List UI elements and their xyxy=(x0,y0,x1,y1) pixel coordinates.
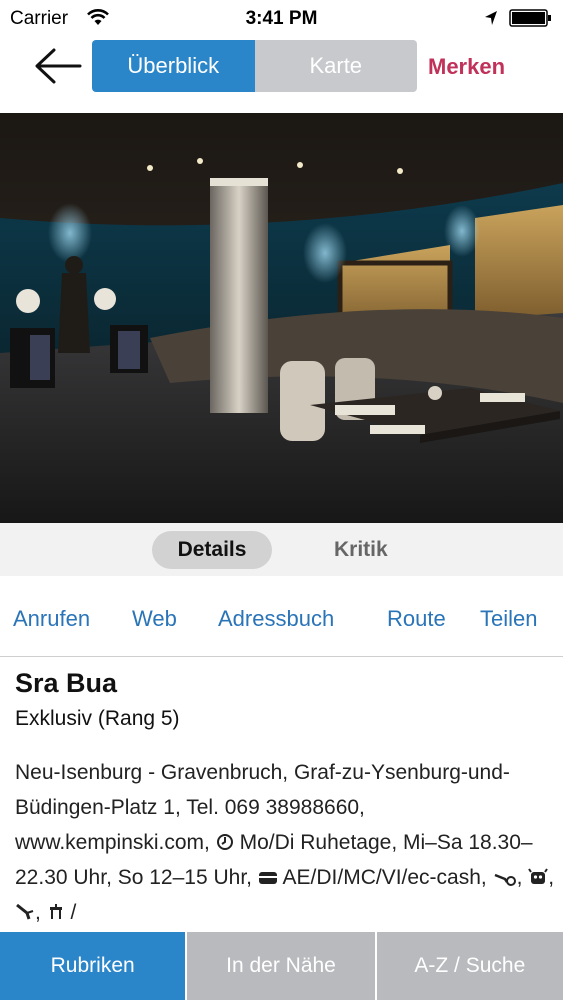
tab-az-search[interactable]: A-Z / Suche xyxy=(376,932,563,1000)
bottom-tab-bar: Rubriken In der Nähe A-Z / Suche xyxy=(0,932,563,1000)
action-links: Anrufen Web Adressbuch Route Teilen xyxy=(0,576,563,657)
terrace-icon xyxy=(16,903,34,920)
bookmark-button[interactable]: Merken xyxy=(428,54,505,80)
credit-card-icon xyxy=(258,872,277,884)
restaurant-interior-image xyxy=(0,113,563,523)
call-link[interactable]: Anrufen xyxy=(13,606,90,632)
segment-map[interactable]: Karte xyxy=(254,40,417,92)
location-arrow-icon xyxy=(485,11,497,25)
car-key-icon xyxy=(494,873,516,886)
address-book-link[interactable]: Adressbuch xyxy=(218,606,334,632)
subtab-details[interactable]: Details xyxy=(152,531,272,569)
restaurant-description: Neu-Isenburg - Gravenbruch, Graf-zu-Ysen… xyxy=(15,761,555,924)
view-segmented-control: Überblick Karte xyxy=(92,40,417,92)
segment-overview[interactable]: Überblick xyxy=(92,40,255,92)
tab-nearby[interactable]: In der Nähe xyxy=(187,932,375,1000)
status-bar: Carrier 3:41 PM xyxy=(0,0,563,38)
dog-icon xyxy=(528,868,549,884)
clock-icon xyxy=(216,834,233,850)
share-link[interactable]: Teilen xyxy=(480,606,537,632)
subtab-critique[interactable]: Kritik xyxy=(334,538,388,562)
restaurant-name: Sra Bua xyxy=(15,668,118,698)
restaurant-photo xyxy=(0,113,563,523)
back-arrow-icon[interactable] xyxy=(30,44,86,88)
navigation-bar: Überblick Karte Merken xyxy=(0,38,563,113)
table-chair-icon xyxy=(49,904,62,919)
description-trailing: / xyxy=(70,901,77,924)
detail-subtabs: Details Kritik xyxy=(0,523,563,576)
battery-icon xyxy=(509,9,551,27)
restaurant-category: Exklusiv (Rang 5) xyxy=(15,707,180,730)
web-link[interactable]: Web xyxy=(132,606,177,632)
route-link[interactable]: Route xyxy=(387,606,446,632)
tab-categories[interactable]: Rubriken xyxy=(0,932,186,1000)
subtab-details-label: Details xyxy=(177,538,247,561)
payment-text: AE/DI/MC/VI/ec-cash, xyxy=(282,866,487,889)
clock: 3:41 PM xyxy=(245,8,318,29)
